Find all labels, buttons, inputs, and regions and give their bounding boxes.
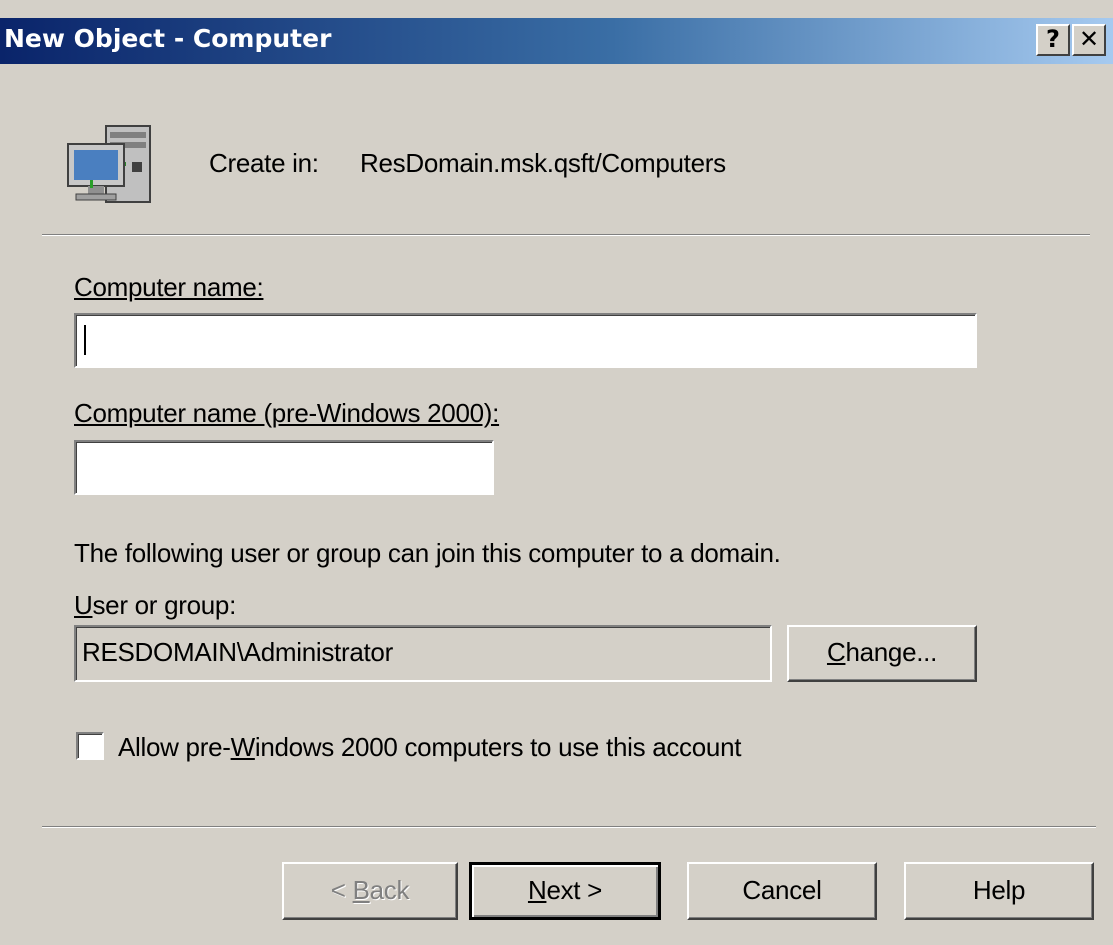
footer-divider bbox=[42, 826, 1096, 828]
back-button-label: < Back bbox=[330, 875, 410, 905]
title-bar: New Object - Computer ? ✕ bbox=[0, 18, 1113, 64]
change-button[interactable]: Change... bbox=[787, 625, 977, 682]
allow-pre2000-checkbox[interactable] bbox=[76, 732, 104, 760]
change-button-label: Change... bbox=[826, 637, 938, 667]
create-in-path: ResDomain.msk.qsft/Computers bbox=[360, 148, 726, 178]
pre2000-name-label: Computer name (pre-Windows 2000): bbox=[74, 398, 500, 428]
help-button[interactable]: Help bbox=[904, 862, 1094, 920]
computer-icon bbox=[66, 122, 156, 206]
computer-name-label: Computer name: bbox=[74, 272, 264, 302]
join-info-text: The following user or group can join thi… bbox=[74, 538, 781, 568]
back-button[interactable]: < Back bbox=[282, 862, 458, 920]
user-group-value: RESDOMAIN\Administrator bbox=[82, 637, 393, 667]
next-button[interactable]: Next > bbox=[469, 862, 661, 920]
user-group-label: User or group: bbox=[74, 590, 236, 620]
cancel-button[interactable]: Cancel bbox=[687, 862, 877, 920]
window-title: New Object - Computer bbox=[4, 24, 332, 53]
next-button-label: Next > bbox=[527, 875, 603, 905]
help-title-button[interactable]: ? bbox=[1036, 24, 1070, 56]
pre2000-name-input[interactable] bbox=[74, 440, 494, 495]
header-divider bbox=[42, 234, 1090, 236]
create-in-label: Create in: bbox=[209, 148, 319, 178]
user-group-field: RESDOMAIN\Administrator bbox=[74, 625, 772, 682]
computer-name-input[interactable] bbox=[74, 313, 977, 368]
allow-pre2000-label[interactable]: Allow pre-Windows 2000 computers to use … bbox=[118, 732, 741, 763]
close-button[interactable]: ✕ bbox=[1072, 24, 1106, 56]
text-caret bbox=[84, 325, 86, 355]
